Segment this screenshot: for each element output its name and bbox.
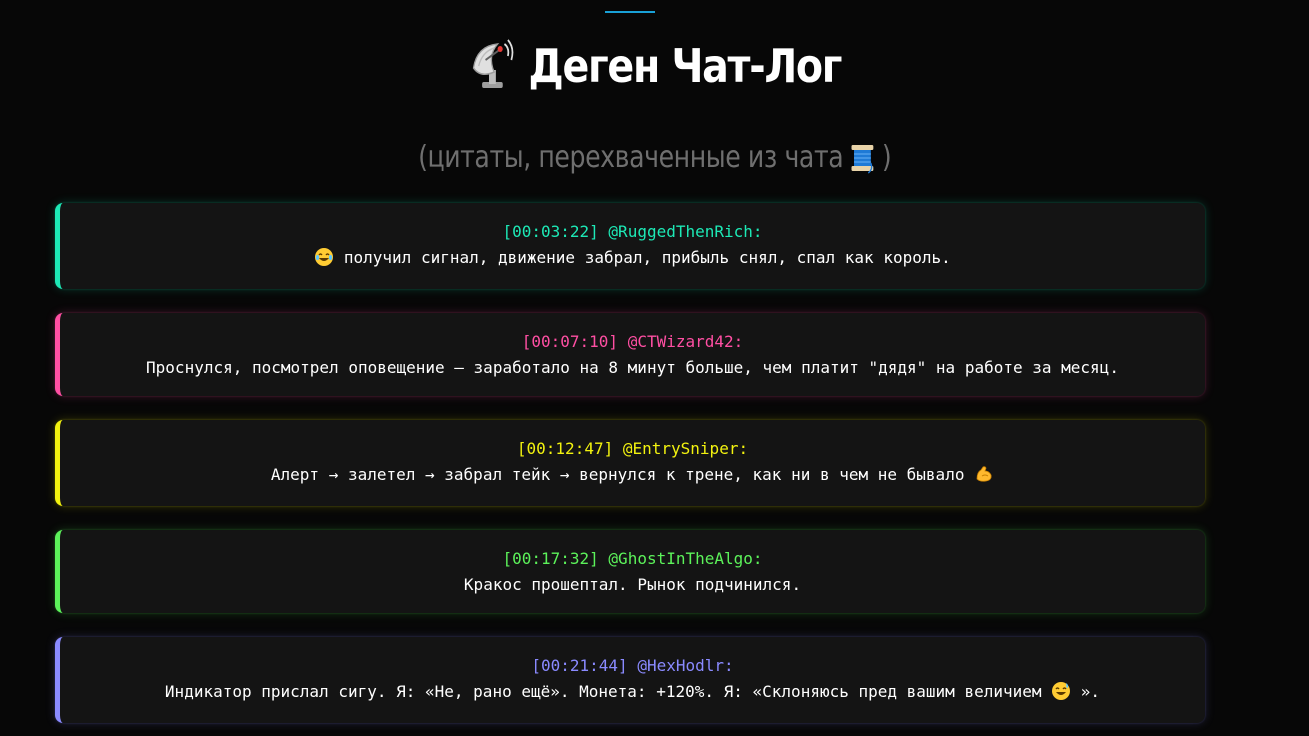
message-user: @EntrySniper: [622,439,749,458]
message-body: Кракос прошептал. Рынок подчинился. [463,575,802,594]
chat-message: [00:21:44] @HexHodlr: Индикатор прислал … [55,637,1205,723]
satellite-antenna-icon [472,39,514,88]
message-text: Индикатор прислал сигу. Я: «Не, рано ещё… [165,679,1100,705]
message-user: @CTWizard42: [627,332,744,351]
message-meta: [00:03:22] @RuggedThenRich: [60,219,1205,245]
message-user: @HexHodlr: [637,656,734,675]
message-body: Проснулся, посмотрел оповещение — зарабо… [146,358,1119,377]
message-text: Алерт → залетел → забрал тейк → вернулся… [271,462,994,488]
message-meta: [00:12:47] @EntrySniper: [60,436,1205,462]
flexed-biceps-emoji [976,466,992,482]
page-title-text: Деген Чат-Лог [528,39,842,93]
message-time: [00:12:47] [516,439,614,458]
thread-spool-icon [851,145,874,174]
message-user: @RuggedThenRich: [608,222,763,241]
message-meta: [00:07:10] @CTWizard42: [60,329,1205,355]
page-title: Деген Чат-Лог [468,34,842,98]
message-body-start: Индикатор прислал сигу. Я: «Не, рано ещё… [164,682,1042,701]
message-time: [00:07:10] [521,332,619,351]
message-time: [00:03:22] [502,222,599,241]
chat-message: [00:12:47] @EntrySniper: Алерт → залетел… [55,420,1205,506]
message-text: получил сигнал, движение забрал, прибыль… [314,245,951,271]
message-time: [00:21:44] [531,656,628,675]
subtitle-close: ) [881,140,892,175]
chat-message: [00:17:32] @GhostInTheAlgo: Кракос проше… [55,530,1205,613]
message-body: Алерт → залетел → забрал тейк → вернулся… [270,465,965,484]
message-user: @GhostInTheAlgo: [608,549,763,568]
laughing-tears-emoji [315,248,334,266]
message-text: Кракос прошептал. Рынок подчинился. [464,572,801,598]
sweat-smile-emoji [1052,682,1071,700]
message-time: [00:17:32] [502,549,599,568]
page-subtitle: (цитаты, перехваченные из чата ) [0,136,1309,180]
message-body-end: ». [1080,682,1101,701]
subtitle-text: (цитаты, перехваченные из чата [417,140,844,175]
message-meta: [00:21:44] @HexHodlr: [60,653,1205,679]
chat-message: [00:07:10] @CTWizard42: Проснулся, посмо… [55,313,1205,396]
message-meta: [00:17:32] @GhostInTheAlgo: [60,546,1205,572]
message-text: Проснулся, посмотрел оповещение — зарабо… [146,355,1119,381]
chat-message: [00:03:22] @RuggedThenRich: получил сигн… [55,203,1205,289]
message-body: получил сигнал, движение забрал, прибыль… [343,248,951,267]
page-header: Деген Чат-Лог [0,34,1309,98]
top-accent-line [605,11,655,13]
